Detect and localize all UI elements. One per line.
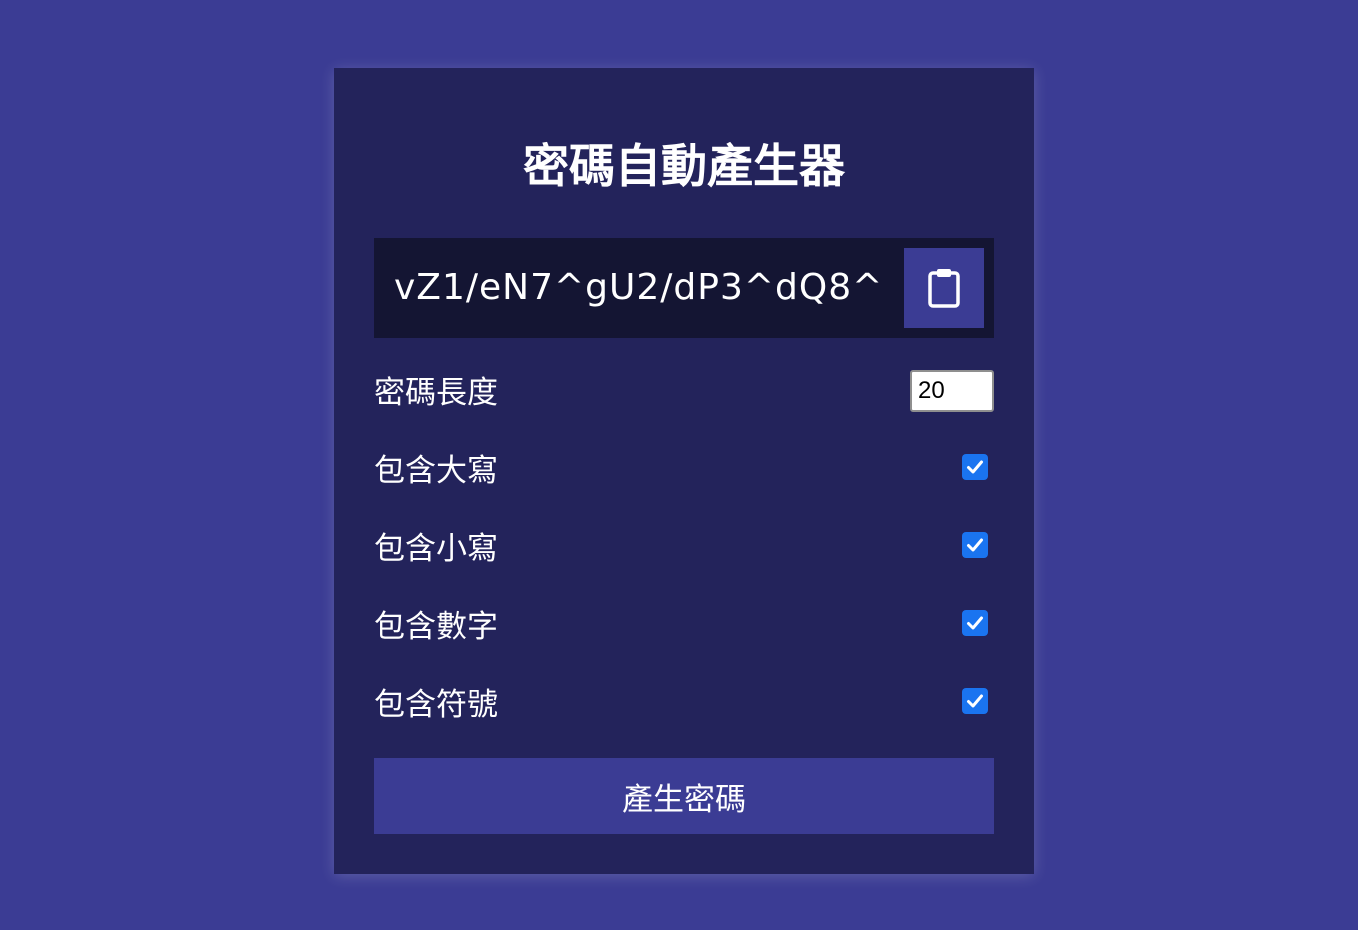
- numbers-checkbox[interactable]: [962, 610, 988, 636]
- length-input[interactable]: [910, 370, 994, 412]
- uppercase-label: 包含大寫: [374, 453, 498, 489]
- lowercase-label: 包含小寫: [374, 531, 498, 567]
- setting-symbols: 包含符號: [374, 680, 994, 730]
- checkmark-icon: [967, 694, 983, 708]
- checkmark-icon: [967, 538, 983, 552]
- symbols-label: 包含符號: [374, 687, 498, 723]
- setting-uppercase: 包含大寫: [374, 446, 994, 496]
- password-output: vZ1/eN7^gU2/dP3^dQ8^: [394, 267, 884, 308]
- checkmark-icon: [967, 616, 983, 630]
- page-title: 密碼自動產生器: [523, 139, 845, 193]
- setting-lowercase: 包含小寫: [374, 524, 994, 574]
- symbols-checkbox[interactable]: [962, 688, 988, 714]
- generate-password-button[interactable]: 產生密碼: [374, 758, 994, 834]
- checkmark-icon: [967, 460, 983, 474]
- setting-numbers: 包含數字: [374, 602, 994, 652]
- uppercase-checkbox[interactable]: [962, 454, 988, 480]
- setting-length: 密碼長度: [374, 368, 994, 418]
- clipboard-icon: [928, 269, 960, 308]
- numbers-label: 包含數字: [374, 609, 498, 645]
- copy-to-clipboard-button[interactable]: [904, 248, 984, 328]
- password-result-box: vZ1/eN7^gU2/dP3^dQ8^: [374, 238, 994, 338]
- password-generator-card: 密碼自動產生器 vZ1/eN7^gU2/dP3^dQ8^ 密碼長度 包含大寫 包…: [334, 68, 1034, 874]
- length-label: 密碼長度: [374, 375, 498, 411]
- lowercase-checkbox[interactable]: [962, 532, 988, 558]
